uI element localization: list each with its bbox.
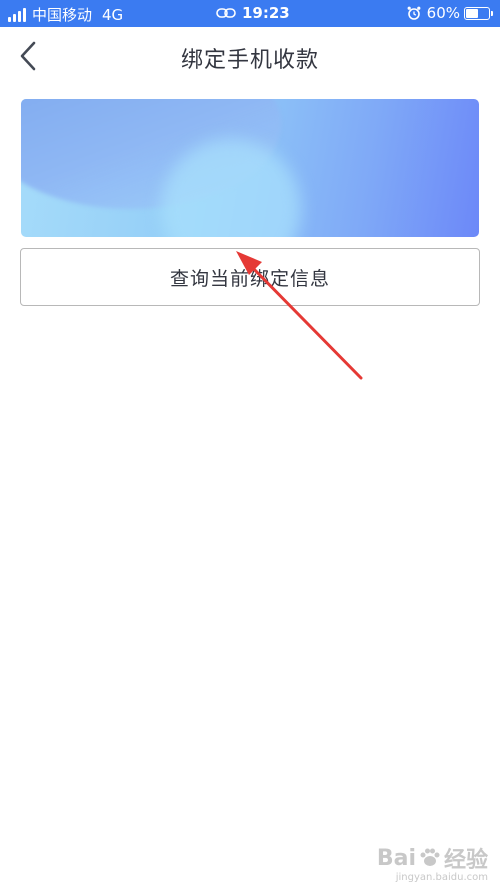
query-binding-info-button[interactable]: 查询当前绑定信息 <box>20 248 480 306</box>
link-icon <box>216 8 236 18</box>
signal-icon <box>8 7 26 22</box>
nav-bar: 绑定手机收款 <box>0 27 500 85</box>
watermark-logo: Bai 经验 <box>377 842 488 874</box>
alarm-icon <box>407 6 421 20</box>
battery-percent: 60% <box>426 4 460 22</box>
clock-time: 19:23 <box>242 4 290 22</box>
baidu-jingyan-watermark: Bai 经验 jingyan.baidu.com <box>377 842 488 884</box>
status-center: 19:23 <box>216 4 290 22</box>
watermark-logo-text: Bai <box>376 845 416 871</box>
page-title: 绑定手机收款 <box>180 48 319 73</box>
carrier-label: 中国移动 <box>32 6 93 24</box>
status-bar: 中国移动 4G 19:23 60% <box>0 0 500 27</box>
battery-fill <box>466 8 479 18</box>
battery-icon <box>464 6 493 20</box>
status-right: 60% <box>407 4 493 22</box>
paw-icon <box>420 848 440 866</box>
network-label: 4G <box>102 5 124 24</box>
watermark-url: jingyan.baidu.com <box>395 872 488 883</box>
watermark-logo-text-2: 经验 <box>443 848 488 873</box>
bound-account-card <box>21 99 479 237</box>
status-left: 中国移动 4G <box>8 4 123 25</box>
